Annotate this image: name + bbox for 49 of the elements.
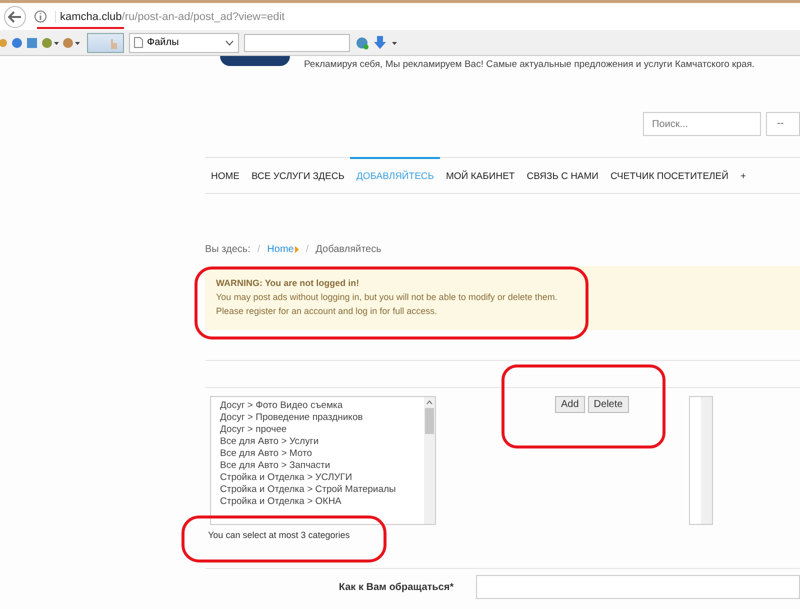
back-arrow-icon — [8, 10, 22, 22]
search-field[interactable]: Поиск... — [643, 112, 761, 136]
site-tagline: Рекламируя себя, Мы рекламируем Вас! Самые актуальные предложения и услуги Камчатского края. — [304, 58, 755, 70]
back-button[interactable] — [4, 6, 26, 28]
download-arrow-icon[interactable] — [374, 36, 398, 50]
nav-tab[interactable]: ВСЕ УСЛУГИ ЗДЕСЬ — [246, 157, 350, 193]
breadcrumb-prefix: Вы здесь: — [205, 244, 250, 254]
selected-listbox[interactable] — [688, 396, 713, 525]
category-option[interactable]: Досуг > прочее — [220, 424, 424, 436]
breadcrumb-separator: / — [306, 244, 309, 254]
nav-tab[interactable]: + — [734, 157, 752, 193]
search-select[interactable]: -- — [766, 112, 800, 136]
toolbar-input-field[interactable] — [244, 34, 350, 52]
scroll-up-icon[interactable] — [426, 400, 433, 405]
nav-tab[interactable]: HOME — [205, 157, 246, 193]
hand-button[interactable] — [87, 32, 124, 52]
toolbar-icons-drawing[interactable] — [0, 36, 82, 50]
category-option[interactable]: Стройка и Отделка > ОКНА — [220, 496, 424, 508]
caret-icon — [225, 40, 234, 46]
logo-fragment — [220, 56, 290, 66]
name-input-field[interactable] — [476, 575, 800, 599]
category-option[interactable]: Все для Авто > Услуги — [220, 436, 424, 448]
toolbar-dropdown[interactable]: Файлы — [129, 32, 239, 52]
category-option[interactable]: Все для Авто > Мото — [220, 448, 424, 460]
category-hint: You can select at most 3 categories — [207, 530, 351, 540]
scroll-thumb[interactable] — [425, 408, 434, 434]
triangle-icon — [294, 246, 299, 252]
scrollbar[interactable] — [424, 397, 435, 524]
nav-tab[interactable]: СВЯЗЬ С НАМИ — [520, 157, 605, 193]
warning-text: You may post ads without logging in, but you will not be able to modify or delete them. — [216, 291, 558, 304]
info-icon[interactable] — [34, 10, 47, 23]
category-button[interactable]: Delete — [588, 396, 629, 413]
category-option[interactable]: Досуг > Проведение праздников — [220, 412, 424, 424]
category-option[interactable]: Досуг > Фото Видео съемка — [220, 400, 424, 412]
warning-title: WARNING: You are not logged in! — [216, 277, 360, 290]
document-icon — [134, 37, 143, 48]
globe-search-icon[interactable] — [355, 36, 369, 50]
breadcrumb-separator: / — [257, 244, 260, 254]
nav-tab[interactable]: МОЙ КАБИНЕТ — [440, 157, 521, 193]
category-option[interactable]: Стройка и Отделка > Строй Материалы — [220, 484, 424, 496]
warning-text: Please register for an account and log in for full access. — [216, 305, 438, 318]
category-button[interactable]: Add — [555, 396, 585, 413]
nav-tab[interactable]: СЧЕТЧИК ПОСЕТИТЕЛЕЙ — [604, 157, 734, 193]
address-field[interactable]: kamcha.club/ru/post-an-ad/post_ad?view=edit — [55, 10, 285, 22]
category-listbox[interactable] — [210, 396, 436, 525]
field-label: Как к Вам обращаться* — [338, 582, 454, 592]
category-option[interactable]: Стройка и Отделка > УСЛУГИ — [220, 472, 424, 484]
category-option[interactable]: Все для Авто > Запчасти — [220, 460, 424, 472]
breadcrumb-current: Добавляйтесь — [316, 244, 382, 254]
